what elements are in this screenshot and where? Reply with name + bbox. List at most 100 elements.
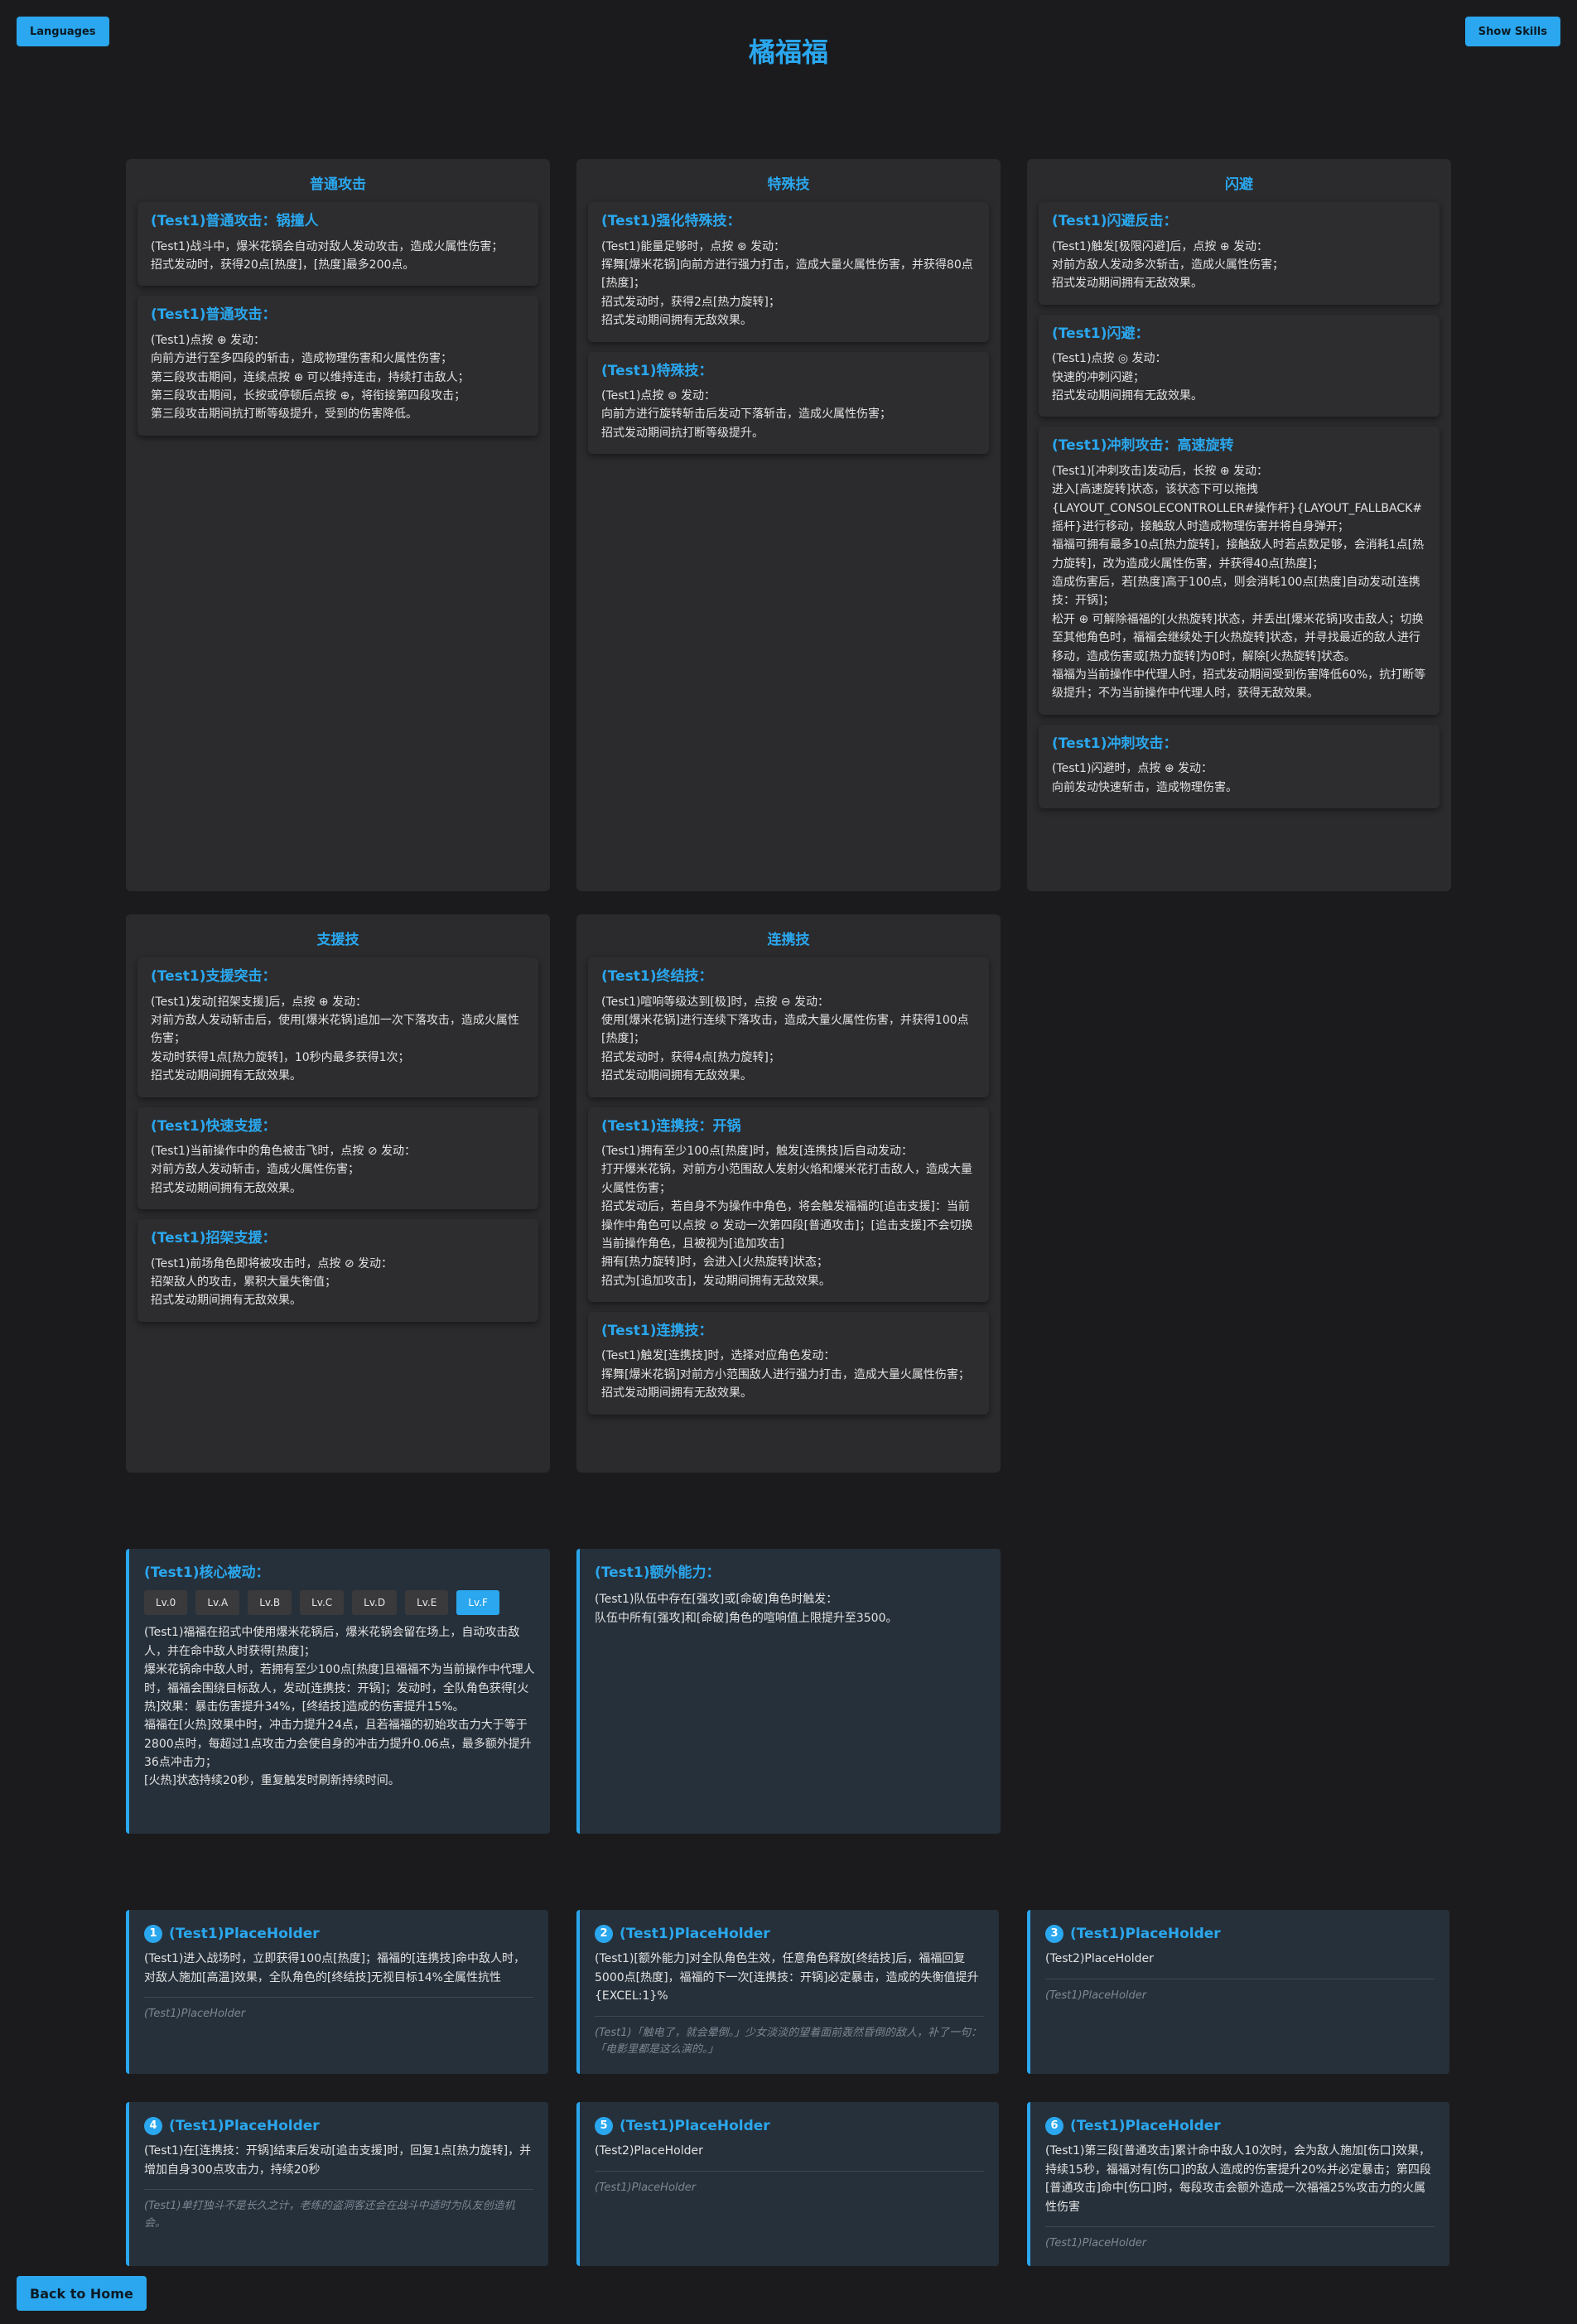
panel-title: 连携技	[767, 932, 810, 948]
level-button-b[interactable]: Lv.B	[248, 1590, 292, 1616]
divider	[595, 2170, 984, 2172]
mindscape-quote: (Test1)「触电了，就会晕倒。」少女淡淡的望着面前轰然昏倒的敌人，补了一句：…	[595, 2026, 982, 2056]
level-selector: Lv.0 Lv.A Lv.B Lv.C Lv.D Lv.E Lv.F	[144, 1590, 535, 1616]
level-button-d[interactable]: Lv.D	[352, 1590, 398, 1616]
mindscape-card-2: 2 (Test1)PlaceHolder (Test1)[额外能力]对全队角色生效…	[576, 1910, 999, 2074]
skill-title: (Test1)普通攻击：	[151, 306, 277, 324]
skill-description: (Test1)战斗中，爆米花锅会自动对敌人发动攻击，造成火属性伤害； 招式发动时…	[151, 239, 504, 272]
skill-title: (Test1)强化特殊技：	[601, 213, 741, 230]
divider	[144, 2189, 533, 2191]
panel-title: 支援技	[316, 932, 359, 948]
mindscape-card-3: 3 (Test1)PlaceHolder (Test2)PlaceHolder (…	[1027, 1910, 1449, 2074]
skill-card: (Test1)冲刺攻击：高速旋转 (Test1)[冲刺攻击]发动后，长按 ⊕ 发动…	[1039, 427, 1440, 715]
mindscape-quote: (Test1)单打独斗不是长久之计，老练的盗洞客还会在战斗中适时为队友创造机会。	[144, 2200, 515, 2230]
skill-description: (Test1)触发[极限闪避]后，点按 ⊕ 发动： 对前方敌人发动多次斩击，造成…	[1052, 239, 1284, 291]
skill-card: (Test1)普通攻击：锅撞人 (Test1)战斗中，爆米花锅会自动对敌人发动攻击…	[137, 202, 538, 287]
mindscape-title: 6 (Test1)PlaceHolder	[1045, 2115, 1435, 2137]
mindscape-title: 2 (Test1)PlaceHolder	[595, 1923, 984, 1945]
skill-description: (Test1)点按 ◎ 发动： 快速的冲刺闪避； 招式发动期间拥有无敌效果。	[1052, 352, 1203, 403]
skill-title: (Test1)闪避：	[1052, 325, 1150, 342]
extra-ability-description: (Test1)队伍中存在[强攻]或[命破]角色时触发： 队伍中所有[强攻]和[命…	[595, 1593, 898, 1625]
mindscape-title-text: (Test1)PlaceHolder	[169, 1926, 320, 1942]
skill-title: (Test1)普通攻击：锅撞人	[151, 213, 319, 230]
mindscape-title: 1 (Test1)PlaceHolder	[144, 1923, 533, 1945]
skill-title: (Test1)连携技：	[601, 1323, 713, 1340]
mindscape-description: (Test1)[额外能力]对全队角色生效，任意角色释放[终结技]后，福福回复50…	[595, 1952, 979, 2003]
skill-description: (Test1)[冲刺攻击]发动后，长按 ⊕ 发动： 进入[高速旋转]状态，该状态…	[1052, 464, 1426, 701]
panel-normal-attack: 普通攻击 (Test1)普通攻击：锅撞人 (Test1)战斗中，爆米花锅会自动对敌…	[126, 159, 550, 891]
level-button-a[interactable]: Lv.A	[195, 1590, 240, 1616]
core-passive-description: (Test1)福福在招式中使用爆米花锅后，爆米花锅会留在场上，自动攻击敌人，并在…	[144, 1626, 535, 1788]
level-button-f[interactable]: Lv.F	[456, 1590, 499, 1616]
back-to-home-button[interactable]: Back to Home	[17, 2276, 147, 2311]
skill-description: (Test1)点按 ⊛ 发动： 向前方进行旋转斩击后发动下落斩击，造成火属性伤害…	[601, 388, 891, 440]
mindscape-quote: (Test1)PlaceHolder	[1045, 1989, 1147, 2002]
skill-card: (Test1)连携技：开锅 (Test1)拥有至少100点[热度]时，触发[连携技…	[588, 1107, 989, 1303]
skill-card: (Test1)闪避反击： (Test1)触发[极限闪避]后，点按 ⊕ 发动： 对前…	[1039, 202, 1440, 305]
mindscape-description: (Test2)PlaceHolder	[1045, 1952, 1154, 1966]
skill-description: (Test1)闪避时，点按 ⊕ 发动： 向前发动快速斩击，造成物理伤害。	[1052, 762, 1237, 794]
panel-title: 特殊技	[767, 176, 810, 193]
page-title: 橘福福	[748, 36, 828, 68]
skill-card: (Test1)终结技： (Test1)喧响等级达到[极]时，点按 ⊖ 发动： 使用…	[588, 957, 989, 1097]
skill-card: (Test1)快速支援： (Test1)当前操作中的角色被击飞时，点按 ⊘ 发动：…	[137, 1107, 538, 1210]
skill-title: (Test1)冲刺攻击：	[1052, 735, 1178, 752]
number-badge: 3	[1045, 1925, 1063, 1944]
level-button-e[interactable]: Lv.E	[405, 1590, 449, 1616]
mindscape-card-1: 1 (Test1)PlaceHolder (Test1)进入战场时，立即获得100…	[126, 1910, 548, 2074]
skill-title: (Test1)连携技：开锅	[601, 1117, 741, 1135]
mindscape-title: 4 (Test1)PlaceHolder	[144, 2115, 533, 2137]
panel-chain-attack: 连携技 (Test1)终结技： (Test1)喧响等级达到[极]时，点按 ⊖ 发动…	[576, 914, 1001, 1473]
panel-title: 普通攻击	[310, 176, 366, 193]
panel-assist: 支援技 (Test1)支援突击： (Test1)发动[招架支援]后，点按 ⊕ 发动…	[126, 914, 550, 1473]
skill-card: (Test1)冲刺攻击： (Test1)闪避时，点按 ⊕ 发动： 向前发动快速斩击…	[1039, 724, 1440, 808]
skill-title: (Test1)招架支援：	[151, 1230, 277, 1247]
number-badge: 2	[595, 1925, 613, 1944]
core-passive-panel: (Test1)核心被动： Lv.0 Lv.A Lv.B Lv.C Lv.D Lv…	[126, 1549, 550, 1834]
skill-description: (Test1)能量足够时，点按 ⊛ 发动： 挥舞[爆米花锅]向前方进行强力打击，…	[601, 239, 973, 328]
mindscape-card-5: 5 (Test1)PlaceHolder (Test2)PlaceHolder (…	[576, 2102, 999, 2266]
mindscape-title-text: (Test1)PlaceHolder	[1070, 2118, 1221, 2134]
skill-card: (Test1)支援突击： (Test1)发动[招架支援]后，点按 ⊕ 发动： 对前…	[137, 957, 538, 1097]
panel-dodge: 闪避 (Test1)闪避反击： (Test1)触发[极限闪避]后，点按 ⊕ 发动：…	[1027, 159, 1451, 891]
number-badge: 1	[144, 1925, 162, 1944]
skill-description: (Test1)喧响等级达到[极]时，点按 ⊖ 发动： 使用[爆米花锅]进行连续下…	[601, 995, 969, 1083]
divider	[595, 2015, 984, 2017]
mindscape-card-6: 6 (Test1)PlaceHolder (Test1)第三段[普通攻击]累计命中…	[1027, 2102, 1449, 2266]
panel-title: 闪避	[1225, 176, 1253, 193]
mindscape-title: 5 (Test1)PlaceHolder	[595, 2115, 984, 2137]
skill-card: (Test1)强化特殊技： (Test1)能量足够时，点按 ⊛ 发动： 挥舞[爆米…	[588, 202, 989, 342]
core-passive-title: (Test1)核心被动：	[144, 1565, 270, 1581]
extra-ability-panel: (Test1)额外能力： (Test1)队伍中存在[强攻]或[命破]角色时触发：…	[576, 1549, 1001, 1834]
skill-title: (Test1)快速支援：	[151, 1117, 277, 1135]
panel-special-attack: 特殊技 (Test1)强化特殊技： (Test1)能量足够时，点按 ⊛ 发动： 挥…	[576, 159, 1001, 891]
skill-title: (Test1)闪避反击：	[1052, 213, 1178, 230]
level-button-c[interactable]: Lv.C	[300, 1590, 345, 1616]
mindscape-description: (Test1)进入战场时，立即获得100点[热度]；福福的[连携技]命中敌人时，…	[144, 1952, 525, 1984]
mindscape-title-text: (Test1)PlaceHolder	[169, 2118, 320, 2134]
skill-description: (Test1)发动[招架支援]后，点按 ⊕ 发动： 对前方敌人发动斩击后，使用[…	[151, 995, 519, 1083]
mindscape-description: (Test1)第三段[普通攻击]累计命中敌人10次时，会为敌人施加[伤口]效果，…	[1045, 2144, 1431, 2214]
level-button-0[interactable]: Lv.0	[144, 1590, 188, 1616]
mindscape-title-text: (Test1)PlaceHolder	[1070, 1926, 1221, 1942]
mindscape-quote: (Test1)PlaceHolder	[595, 2181, 697, 2194]
skill-title: (Test1)冲刺攻击：高速旋转	[1052, 437, 1234, 455]
skill-title: (Test1)特殊技：	[601, 362, 713, 379]
skill-description: (Test1)前场角色即将被攻击时，点按 ⊘ 发动： 招架敌人的攻击，累积大量失…	[151, 1256, 393, 1308]
mindscape-description: (Test1)在[连携技：开锅]结束后发动[追击支援]时，回复1点[热力旋转]，…	[144, 2144, 532, 2177]
skill-description: (Test1)点按 ⊕ 发动： 向前方进行至多四段的斩击，造成物理伤害和火属性伤…	[151, 333, 470, 422]
mindscape-title-text: (Test1)PlaceHolder	[620, 1926, 770, 1942]
skill-title: (Test1)支援突击：	[151, 968, 277, 986]
skill-description: (Test1)当前操作中的角色被击飞时，点按 ⊘ 发动： 对前方敌人发动斩击，造…	[151, 1144, 417, 1195]
extra-ability-title: (Test1)额外能力：	[595, 1565, 721, 1581]
skill-title: (Test1)终结技：	[601, 968, 713, 986]
mindscape-title: 3 (Test1)PlaceHolder	[1045, 1923, 1435, 1945]
skill-card: (Test1)特殊技： (Test1)点按 ⊛ 发动： 向前方进行旋转斩击后发动下…	[588, 351, 989, 455]
mindscape-description: (Test2)PlaceHolder	[595, 2144, 703, 2158]
mindscape-title-text: (Test1)PlaceHolder	[620, 2118, 770, 2134]
number-badge: 5	[595, 2117, 613, 2136]
number-badge: 4	[144, 2117, 162, 2136]
mindscape-quote: (Test1)PlaceHolder	[144, 2008, 246, 2021]
skill-card: (Test1)连携技： (Test1)触发[连携技]时，选择对应角色发动： 挥舞[…	[588, 1312, 989, 1415]
divider	[1045, 2225, 1435, 2227]
